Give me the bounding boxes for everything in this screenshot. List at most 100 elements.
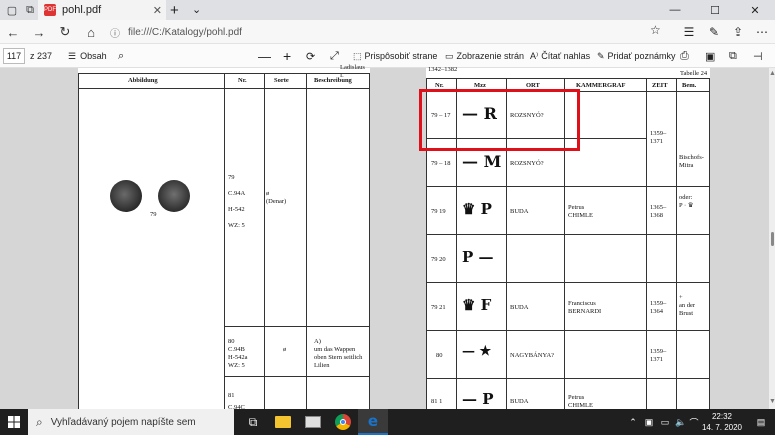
column-header-bem: Bem. bbox=[682, 82, 697, 89]
table-label: Tabelle 24 bbox=[680, 70, 708, 77]
volume-icon[interactable]: 🔈 bbox=[674, 409, 688, 435]
save-as-icon[interactable]: ⧉ bbox=[729, 44, 737, 68]
scroll-up-icon[interactable]: ▲ bbox=[769, 70, 775, 77]
chevron-up-icon[interactable]: ⌃ bbox=[626, 409, 640, 435]
fit-width-icon[interactable]: ⤢ bbox=[330, 44, 339, 68]
zoom-out-button[interactable]: — bbox=[258, 44, 271, 68]
page-header: 1342–1382 bbox=[428, 66, 458, 73]
column-header-kammergraf: KAMMERGRAF bbox=[576, 82, 626, 89]
table-line bbox=[646, 78, 647, 409]
window-menu-icon[interactable]: ▢ bbox=[2, 0, 22, 20]
pen-icon[interactable]: ✎ bbox=[705, 23, 723, 41]
tabs-aside-icon[interactable]: ⧉ bbox=[20, 0, 40, 20]
row-zeit: 1359– 1364 bbox=[650, 300, 667, 315]
page-number-input[interactable]: 117 bbox=[3, 48, 25, 64]
coin-number: 79 bbox=[150, 211, 157, 218]
row-bem: Bischofs- Mitra bbox=[679, 154, 704, 169]
column-header-abbildung: Abbildung bbox=[128, 77, 158, 84]
url-text: file:///C:/Katalogy/pohl.pdf bbox=[128, 26, 242, 38]
rotate-icon[interactable]: ⟳ bbox=[306, 44, 315, 68]
pen-icon: ✎ bbox=[597, 50, 605, 61]
zoom-in-button[interactable]: + bbox=[283, 44, 291, 68]
table-line bbox=[709, 78, 710, 409]
taskbar-search-input[interactable]: ⌕ Vyhľadávaný pojem napíšte sem bbox=[28, 409, 234, 435]
scrollbar[interactable]: ▲ ▼ bbox=[769, 68, 775, 409]
row80-desc-4: Lilien bbox=[314, 362, 330, 369]
notifications-icon[interactable]: ▤ bbox=[752, 409, 770, 435]
add-notes-label: Pridať poznámky bbox=[607, 51, 676, 61]
table-line bbox=[264, 73, 265, 409]
row-ort: BUDA bbox=[510, 304, 529, 311]
url-field[interactable]: ⓘ file:///C:/Katalogy/pohl.pdf bbox=[110, 23, 670, 41]
fit-page-label: Prispôsobiť strane bbox=[364, 51, 438, 61]
row-zeit: 1365– 1368 bbox=[650, 204, 667, 219]
row80-desc-3: oben Stern seitlich bbox=[314, 354, 363, 361]
table-line bbox=[426, 78, 710, 79]
page-view-label: Zobrazenie strán bbox=[456, 51, 525, 61]
search-icon[interactable]: ⌕ bbox=[118, 44, 124, 68]
row-zeit: 1359– 1371 bbox=[650, 130, 667, 145]
close-window-button[interactable]: ✕ bbox=[735, 0, 775, 20]
info-icon[interactable]: ⓘ bbox=[110, 25, 120, 40]
add-notes-button[interactable]: ✎ Pridať poznámky bbox=[597, 44, 675, 68]
row79-nr-3: H-542 bbox=[228, 206, 245, 213]
favorite-star-icon[interactable]: ☆ bbox=[650, 23, 661, 37]
mint-mark: — P bbox=[462, 390, 494, 408]
pin-icon[interactable]: ⊣ bbox=[753, 44, 763, 68]
row-bem: + an der Brust bbox=[679, 294, 696, 317]
table-line bbox=[426, 234, 710, 235]
network-icon[interactable]: ▣ bbox=[642, 409, 656, 435]
chevron-down-icon[interactable]: ⌄ bbox=[192, 3, 201, 16]
clock-date: 14. 7. 2020 bbox=[701, 423, 743, 432]
print-icon[interactable]: ⎙ bbox=[680, 44, 689, 68]
row-kammergraf: Franciscus BERNARDI bbox=[568, 300, 602, 315]
file-explorer-icon[interactable] bbox=[268, 409, 298, 435]
table-line bbox=[369, 73, 370, 409]
row79-sorte-2: (Denar) bbox=[266, 198, 287, 205]
row80-sorte: ø bbox=[283, 346, 287, 353]
edge-icon[interactable]: e bbox=[358, 409, 388, 435]
table-line bbox=[426, 186, 710, 187]
refresh-icon[interactable]: ↻ bbox=[56, 23, 74, 41]
minimize-button[interactable]: — bbox=[655, 0, 695, 20]
home-icon[interactable]: ⌂ bbox=[82, 23, 100, 41]
address-bar: ← → ↻ ⌂ ⓘ file:///C:/Katalogy/pohl.pdf ☆… bbox=[0, 20, 775, 44]
row-zeit: 1359– 1371 bbox=[650, 348, 667, 363]
search-icon: ⌕ bbox=[36, 414, 43, 429]
table-line bbox=[426, 282, 710, 283]
scroll-down-icon[interactable]: ▼ bbox=[769, 398, 775, 405]
forward-icon[interactable]: → bbox=[30, 23, 48, 41]
row-ort: ROZSNYÓ? bbox=[510, 160, 544, 167]
save-icon[interactable]: ▣ bbox=[705, 44, 715, 68]
tab-pohl-pdf[interactable]: PDF pohl.pdf ✕ bbox=[38, 0, 166, 20]
mail-icon[interactable] bbox=[298, 409, 328, 435]
table-line bbox=[426, 378, 710, 379]
search-placeholder: Vyhľadávaný pojem napíšte sem bbox=[50, 416, 196, 428]
windows-logo-icon bbox=[8, 416, 20, 428]
close-tab-icon[interactable]: ✕ bbox=[153, 4, 162, 17]
page-view-button[interactable]: ▭ Zobrazenie strán bbox=[445, 44, 524, 68]
more-icon[interactable]: ⋯ bbox=[753, 23, 771, 41]
read-aloud-button[interactable]: A⁾ Čítať nahlas bbox=[530, 44, 590, 68]
row-ort: BUDA bbox=[510, 208, 529, 215]
table-line bbox=[224, 326, 370, 327]
new-tab-button[interactable]: + bbox=[170, 2, 179, 19]
row-nr: 79 20 bbox=[431, 256, 446, 263]
row-nr: 80 bbox=[436, 352, 443, 359]
battery-icon[interactable]: ▭ bbox=[658, 409, 672, 435]
back-icon[interactable]: ← bbox=[4, 23, 22, 41]
chrome-icon[interactable] bbox=[328, 409, 358, 435]
scroll-thumb[interactable] bbox=[771, 232, 774, 246]
document-viewer[interactable]: Ladislaus I. Abbildung Nr. Sorte Beschre… bbox=[0, 64, 775, 411]
share-icon[interactable]: ⇪ bbox=[729, 23, 747, 41]
read-aloud-icon: A⁾ bbox=[530, 50, 539, 61]
row80-nr-3: H-542a bbox=[228, 354, 248, 361]
row80-desc-1: A) bbox=[314, 338, 321, 345]
windows-start-button[interactable] bbox=[0, 409, 28, 435]
system-clock[interactable]: 22:32 14. 7. 2020 bbox=[698, 411, 746, 433]
contents-button[interactable]: ☰ Obsah bbox=[68, 44, 107, 68]
maximize-button[interactable]: ☐ bbox=[695, 0, 735, 20]
favorites-icon[interactable]: ☰ bbox=[680, 23, 698, 41]
row-kammergraf: Petrus CHIMLE bbox=[568, 394, 593, 409]
task-view-icon[interactable]: ⧉ bbox=[238, 409, 268, 435]
